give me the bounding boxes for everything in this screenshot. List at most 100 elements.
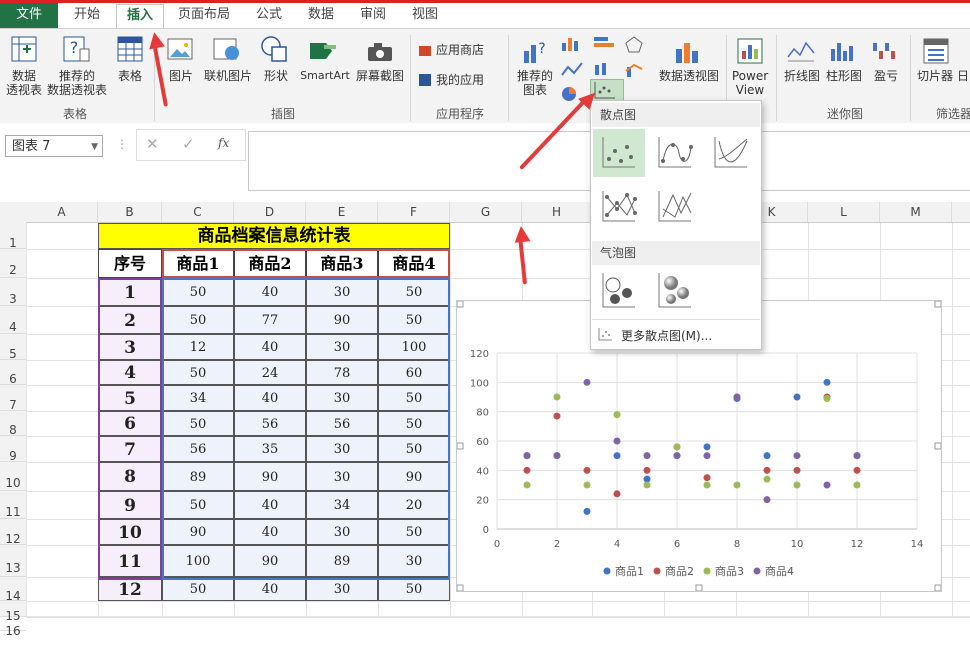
column-header-B[interactable]: B [98, 202, 162, 222]
column-header-F[interactable]: F [378, 202, 450, 222]
header-cell[interactable]: 商品3 [306, 249, 378, 278]
table-cell[interactable]: 9 [98, 491, 162, 519]
sparkline-winloss-button[interactable]: 盈亏 [866, 69, 906, 83]
table-cell[interactable]: 50 [378, 306, 450, 334]
table-cell[interactable]: 30 [306, 385, 378, 411]
bubble-option[interactable] [593, 267, 645, 315]
column-header-D[interactable]: D [234, 202, 306, 222]
row-header-8[interactable]: 8 [0, 411, 26, 437]
table-cell[interactable]: 40 [234, 385, 306, 411]
scatter-straight-lines-option[interactable] [649, 183, 701, 231]
table-cell[interactable]: 89 [306, 545, 378, 577]
header-cell[interactable]: 商品1 [162, 249, 234, 278]
table-cell[interactable]: 40 [234, 519, 306, 545]
power-view-button[interactable]: Power View [730, 69, 770, 97]
table-cell[interactable]: 50 [162, 278, 234, 306]
table-cell[interactable]: 56 [162, 436, 234, 462]
table-cell[interactable]: 30 [306, 334, 378, 360]
table-cell[interactable]: 30 [306, 519, 378, 545]
table-cell[interactable]: 6 [98, 411, 162, 436]
sparkline-line-button[interactable]: 折线图 [782, 69, 822, 83]
table-cell[interactable]: 90 [306, 306, 378, 334]
bar-chart-icon[interactable] [592, 35, 618, 53]
table-cell[interactable]: 2 [98, 306, 162, 334]
header-cell[interactable]: 商品4 [378, 249, 450, 278]
table-cell[interactable]: 100 [378, 334, 450, 360]
row-header-6[interactable]: 6 [0, 360, 26, 386]
table-cell[interactable]: 77 [234, 306, 306, 334]
shapes-button[interactable]: 形状 [258, 69, 294, 83]
table-cell[interactable]: 11 [98, 545, 162, 577]
scatter-markers-option[interactable] [593, 129, 645, 177]
table-cell[interactable]: 12 [98, 577, 162, 601]
table-cell[interactable]: 90 [234, 462, 306, 491]
more-scatter-charts-link[interactable]: 更多散点图(M)... [621, 327, 712, 344]
pivot-chart-button[interactable]: 数据透视图 [656, 69, 722, 83]
table-cell[interactable]: 30 [306, 278, 378, 306]
pivot-table-button[interactable]: 数据 透视表 [3, 69, 45, 97]
scatter-straight-markers-option[interactable] [593, 183, 645, 231]
table-cell[interactable]: 89 [162, 462, 234, 491]
row-header-1[interactable]: 1 [0, 223, 26, 250]
header-cell[interactable]: 序号 [98, 249, 162, 278]
table-cell[interactable]: 50 [162, 411, 234, 436]
table-cell[interactable]: 1 [98, 278, 162, 306]
table-cell[interactable]: 50 [162, 577, 234, 601]
column-chart-icon[interactable] [560, 35, 586, 53]
chevron-down-icon[interactable]: ▼ [91, 136, 98, 158]
tab-4[interactable]: 公式 [246, 4, 292, 28]
column-header-L[interactable]: L [808, 202, 880, 222]
smartart-button[interactable]: SmartArt [296, 69, 354, 83]
table-cell[interactable]: 90 [162, 519, 234, 545]
row-header-14[interactable]: 14 [0, 577, 26, 603]
table-cell[interactable]: 50 [378, 436, 450, 462]
table-cell[interactable]: 50 [378, 411, 450, 436]
table-cell[interactable]: 50 [378, 278, 450, 306]
row-header-3[interactable]: 3 [0, 278, 26, 306]
picture-button[interactable]: 图片 [164, 69, 198, 83]
table-cell[interactable]: 78 [306, 360, 378, 385]
row-header-12[interactable]: 12 [0, 519, 26, 546]
row-header-9[interactable]: 9 [0, 436, 26, 463]
tab-7[interactable]: 视图 [402, 4, 448, 28]
row-header-15[interactable]: 15 [0, 601, 26, 623]
table-cell[interactable]: 20 [378, 491, 450, 519]
recommended-charts-button[interactable]: 推荐的 图表 [514, 69, 556, 97]
row-header-16[interactable]: 16 [0, 617, 26, 638]
column-header-M[interactable]: M [880, 202, 952, 222]
table-cell[interactable]: 90 [378, 462, 450, 491]
table-cell[interactable]: 90 [234, 545, 306, 577]
tab-5[interactable]: 数据 [298, 4, 344, 28]
table-cell[interactable]: 50 [378, 577, 450, 601]
name-box[interactable]: 图表 7 ▼ [5, 135, 103, 157]
table-button[interactable]: 表格 [112, 69, 148, 83]
table-cell[interactable]: 30 [306, 462, 378, 491]
table-cell[interactable]: 12 [162, 334, 234, 360]
recommended-pivot-button[interactable]: 推荐的 数据透视表 [46, 69, 108, 97]
tab-6[interactable]: 审阅 [350, 4, 396, 28]
row-header-10[interactable]: 10 [0, 462, 26, 491]
scatter-smooth-lines-option[interactable] [705, 129, 757, 177]
row-header-13[interactable]: 13 [0, 545, 26, 577]
table-cell[interactable]: 5 [98, 385, 162, 411]
column-header-E[interactable]: E [306, 202, 378, 222]
cancel-button[interactable]: ✕ [146, 135, 159, 153]
table-cell[interactable]: 100 [162, 545, 234, 577]
sparkline-column-button[interactable]: 柱形图 [824, 69, 864, 83]
table-cell[interactable]: 40 [234, 491, 306, 519]
table-cell[interactable]: 50 [162, 491, 234, 519]
row-header-5[interactable]: 5 [0, 334, 26, 361]
table-cell[interactable]: 50 [162, 306, 234, 334]
table-cell[interactable]: 40 [234, 577, 306, 601]
table-cell[interactable]: 50 [378, 519, 450, 545]
table-cell[interactable]: 56 [306, 411, 378, 436]
table-cell[interactable]: 50 [162, 360, 234, 385]
bubble-3d-option[interactable] [649, 267, 701, 315]
table-cell[interactable]: 60 [378, 360, 450, 385]
header-cell[interactable]: 商品2 [234, 249, 306, 278]
sheet-title[interactable]: 商品档案信息统计表 [98, 223, 450, 249]
table-cell[interactable]: 8 [98, 462, 162, 491]
column-header-C[interactable]: C [162, 202, 234, 222]
tab-1[interactable]: 开始 [58, 4, 116, 28]
enter-button[interactable]: ✓ [182, 135, 195, 153]
